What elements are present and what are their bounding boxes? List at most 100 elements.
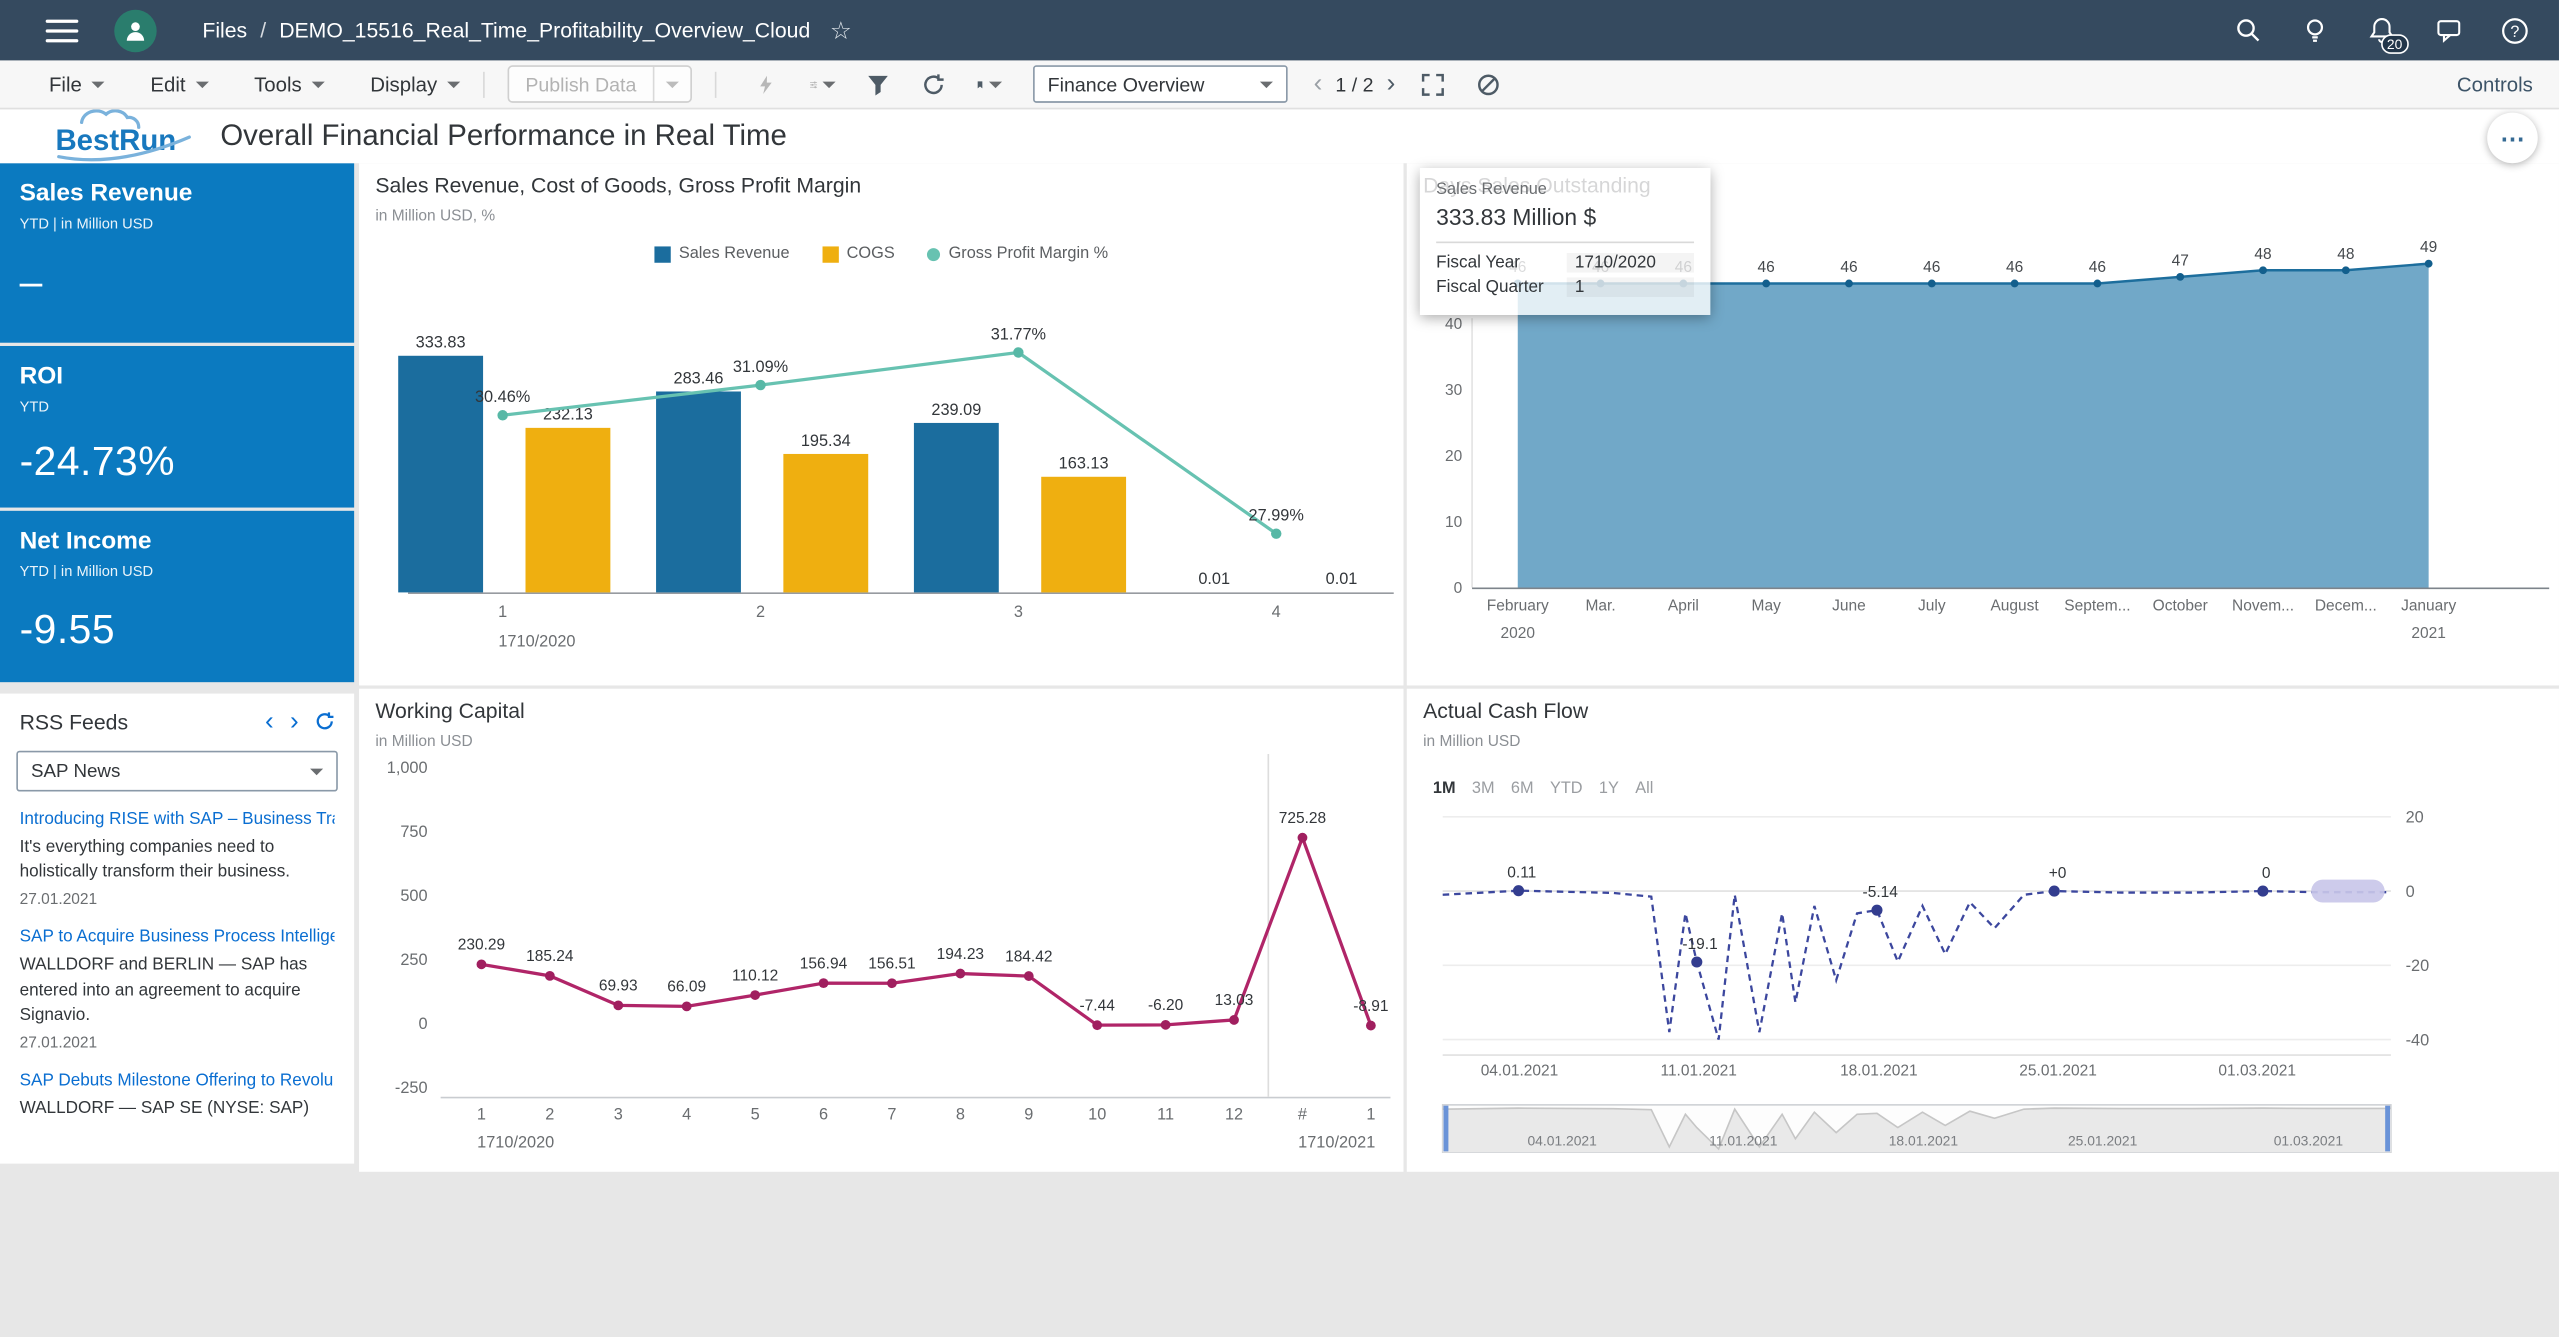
cashflow-point[interactable] bbox=[1871, 905, 1882, 916]
scrubber-handle-left[interactable] bbox=[1444, 1106, 1449, 1152]
area-point[interactable] bbox=[2342, 266, 2350, 274]
area-point[interactable] bbox=[1762, 280, 1770, 288]
svg-text:46: 46 bbox=[1923, 259, 1940, 276]
rss-previous-icon[interactable]: ‹ bbox=[265, 712, 274, 732]
lightbulb-icon[interactable] bbox=[2299, 16, 2328, 45]
area-point[interactable] bbox=[2093, 280, 2101, 288]
more-options-button[interactable]: ⋯ bbox=[2487, 113, 2538, 164]
line-point[interactable] bbox=[1366, 1021, 1376, 1031]
range-button-ytd[interactable]: YTD bbox=[1550, 780, 1583, 798]
range-button-3m[interactable]: 3M bbox=[1472, 780, 1495, 798]
svg-text:January: January bbox=[2401, 597, 2456, 614]
prompts-icon[interactable] bbox=[809, 71, 835, 97]
rss-item-link[interactable]: SAP to Acquire Business Process Intellig… bbox=[20, 928, 335, 948]
range-button-6m[interactable]: 6M bbox=[1511, 780, 1534, 798]
area-point[interactable] bbox=[2176, 273, 2184, 281]
rss-refresh-icon[interactable] bbox=[315, 711, 335, 734]
cashflow-point[interactable] bbox=[2049, 886, 2060, 897]
margin-point[interactable] bbox=[497, 410, 507, 420]
svg-text:1710/2021: 1710/2021 bbox=[1298, 1133, 1375, 1151]
view-selector[interactable]: Finance Overview bbox=[1033, 65, 1288, 103]
kpi-tile-net-income[interactable]: Net Income YTD | in Million USD -9.55 bbox=[0, 511, 354, 682]
line-point[interactable] bbox=[1161, 1020, 1171, 1030]
line-point[interactable] bbox=[955, 969, 965, 979]
trigger-icon[interactable] bbox=[754, 71, 780, 97]
area-point[interactable] bbox=[2011, 280, 2019, 288]
line-point[interactable] bbox=[1298, 833, 1308, 843]
next-page-button[interactable]: › bbox=[1387, 73, 1396, 96]
margin-point[interactable] bbox=[1013, 347, 1023, 357]
menu-icon[interactable] bbox=[46, 12, 79, 48]
rss-item-link[interactable]: Introducing RISE with SAP – Business Tra… bbox=[20, 809, 335, 829]
legend-sales-revenue[interactable]: Sales Revenue bbox=[654, 245, 789, 263]
line-point[interactable] bbox=[750, 990, 760, 1000]
svg-text:156.51: 156.51 bbox=[868, 956, 915, 973]
line-point[interactable] bbox=[477, 959, 487, 969]
margin-point[interactable] bbox=[1271, 528, 1281, 538]
svg-text:500: 500 bbox=[400, 887, 427, 905]
cashflow-point[interactable] bbox=[1513, 885, 1524, 896]
svg-text:1710/2020: 1710/2020 bbox=[498, 632, 575, 650]
chevron-down-icon bbox=[310, 768, 323, 775]
svg-text:49: 49 bbox=[2420, 239, 2437, 256]
help-icon[interactable]: ? bbox=[2500, 16, 2529, 45]
line-point[interactable] bbox=[887, 978, 897, 988]
rss-item-link[interactable]: SAP Debuts Milestone Offering to Revolu.… bbox=[20, 1071, 335, 1091]
publish-data-dropdown[interactable] bbox=[653, 67, 691, 101]
menu-tools[interactable]: Tools bbox=[254, 73, 324, 96]
page-navigation: ‹ 1 / 2 › bbox=[1314, 73, 1396, 96]
filter-icon[interactable] bbox=[865, 71, 891, 97]
avatar[interactable] bbox=[114, 9, 156, 51]
area-point[interactable] bbox=[2425, 260, 2433, 268]
svg-text:9: 9 bbox=[1024, 1106, 1033, 1124]
svg-text:163.13: 163.13 bbox=[1059, 455, 1109, 473]
bar[interactable] bbox=[656, 391, 741, 592]
pause-refresh-icon[interactable] bbox=[1475, 71, 1501, 97]
breadcrumb-files-link[interactable]: Files bbox=[202, 18, 247, 42]
scrubber-handle-right[interactable] bbox=[2385, 1106, 2390, 1152]
line-point[interactable] bbox=[1024, 971, 1034, 981]
range-button-all[interactable]: All bbox=[1635, 780, 1653, 798]
discussions-icon[interactable] bbox=[2433, 16, 2462, 45]
controls-button[interactable]: Controls bbox=[2457, 73, 2533, 96]
rss-source-select[interactable]: SAP News bbox=[16, 751, 338, 792]
bar[interactable] bbox=[526, 428, 611, 593]
chart-legend: Sales Revenue COGS Gross Profit Margin % bbox=[359, 245, 1403, 263]
fullscreen-icon[interactable] bbox=[1420, 71, 1446, 97]
search-icon[interactable] bbox=[2233, 16, 2262, 45]
line-point[interactable] bbox=[1229, 1015, 1239, 1025]
bar[interactable] bbox=[914, 423, 999, 592]
line-point[interactable] bbox=[819, 978, 829, 988]
area-point[interactable] bbox=[1928, 280, 1936, 288]
bar[interactable] bbox=[783, 454, 868, 592]
area-point[interactable] bbox=[2259, 266, 2267, 274]
rss-next-icon[interactable]: › bbox=[290, 712, 299, 732]
previous-page-button[interactable]: ‹ bbox=[1314, 73, 1323, 96]
favorite-star-icon[interactable]: ☆ bbox=[830, 16, 852, 45]
bar[interactable] bbox=[1041, 477, 1126, 593]
line-point[interactable] bbox=[1092, 1020, 1102, 1030]
cashflow-point[interactable] bbox=[2257, 886, 2268, 897]
bar[interactable] bbox=[398, 356, 483, 593]
menu-edit[interactable]: Edit bbox=[150, 73, 208, 96]
kpi-tile-sales-revenue[interactable]: Sales Revenue YTD | in Million USD – bbox=[0, 163, 354, 343]
bookmark-icon[interactable] bbox=[976, 71, 1002, 97]
menu-display[interactable]: Display bbox=[370, 73, 460, 96]
kpi-tile-roi[interactable]: ROI YTD -24.73% bbox=[0, 346, 354, 508]
refresh-icon[interactable] bbox=[920, 71, 946, 97]
range-button-1m[interactable]: 1M bbox=[1433, 780, 1456, 798]
legend-cogs[interactable]: COGS bbox=[822, 245, 895, 263]
line-point[interactable] bbox=[682, 1001, 692, 1011]
legend-gross-profit-margin[interactable]: Gross Profit Margin % bbox=[927, 245, 1108, 263]
notifications-icon[interactable]: 20 bbox=[2366, 16, 2395, 45]
user-icon bbox=[122, 17, 148, 43]
margin-point[interactable] bbox=[755, 380, 765, 390]
line-point[interactable] bbox=[613, 1000, 623, 1010]
publish-data-button[interactable]: Publish Data bbox=[507, 65, 691, 103]
menu-file[interactable]: File bbox=[49, 73, 105, 96]
area-point[interactable] bbox=[1845, 280, 1853, 288]
cashflow-point[interactable] bbox=[1691, 956, 1702, 967]
line-point[interactable] bbox=[545, 971, 555, 981]
svg-text:May: May bbox=[1752, 597, 1782, 614]
range-button-1y[interactable]: 1Y bbox=[1599, 780, 1619, 798]
